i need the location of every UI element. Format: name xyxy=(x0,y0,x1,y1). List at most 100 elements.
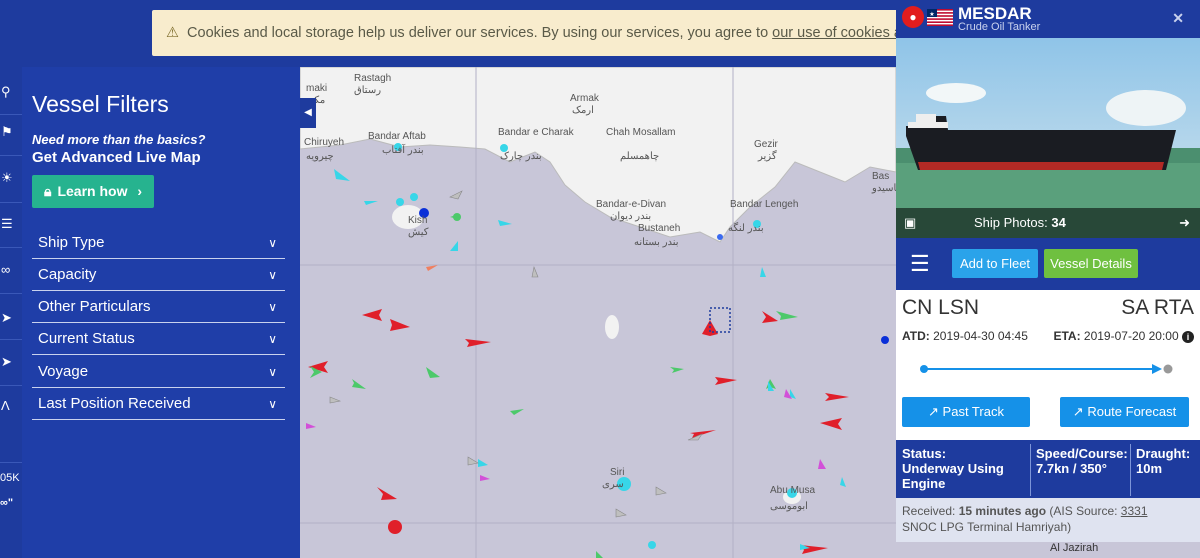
island-center xyxy=(605,315,619,339)
collapse-panel-toggle[interactable]: ◀ xyxy=(300,98,316,128)
cookie-banner: ⚠ Cookies and local storage help us deli… xyxy=(152,10,900,56)
ais-source-link[interactable]: 3331 xyxy=(1121,504,1148,518)
hamburger-menu-icon[interactable]: ☰ xyxy=(910,251,930,277)
map-label-fa: باسیدو xyxy=(871,183,896,194)
map-label-fa: بندر دیوان xyxy=(610,211,651,222)
status-label: Status: xyxy=(902,446,947,461)
eta-info: ETA: 2019-07-20 20:00 i xyxy=(1053,329,1194,343)
divider xyxy=(0,247,22,248)
search-icon[interactable]: ⚲ xyxy=(0,81,22,103)
navigate-icon[interactable]: ➤ xyxy=(0,351,22,373)
weather-icon[interactable]: ☀ xyxy=(0,167,22,189)
filter-other-particulars[interactable]: Other Particulars ∨ xyxy=(32,291,285,323)
speed-label: Speed/Course: xyxy=(1036,446,1128,461)
eta-label: ETA: xyxy=(1053,329,1081,343)
filter-capacity[interactable]: Capacity ∨ xyxy=(32,259,285,291)
ship-marker xyxy=(410,193,418,201)
map-label-en: Bandar-e-Divan xyxy=(596,199,666,210)
live-map[interactable]: Rastagh رستاق maki مکی Armak ارمک Bandar… xyxy=(300,67,896,558)
speed-value: 7.7kn / 350° xyxy=(1036,461,1107,476)
close-icon[interactable]: ✕ xyxy=(1172,10,1184,27)
forecast-icon: ↗ xyxy=(1072,404,1084,419)
ship-marker xyxy=(478,459,488,467)
route-forecast-label: Route Forecast xyxy=(1087,404,1177,419)
filters-title: Vessel Filters xyxy=(32,91,169,117)
status-value: Underway Using Engine xyxy=(902,461,1004,491)
info-icon[interactable]: i xyxy=(1182,330,1194,343)
ship-marker xyxy=(480,475,490,481)
ship-marker xyxy=(306,423,316,429)
map-label-fa: بندر بستانه xyxy=(634,237,679,248)
map-label-en: Rastagh xyxy=(354,73,391,84)
atd-value: 2019-04-30 04:45 xyxy=(933,329,1028,343)
map-label-en: maki xyxy=(306,83,327,94)
filter-ship-type[interactable]: Ship Type ∨ xyxy=(32,227,285,259)
map-label-fa: چیرویه xyxy=(306,151,334,162)
ship-marker xyxy=(449,190,463,200)
track-icon: ↗ xyxy=(928,404,939,419)
ship-marker xyxy=(818,459,826,469)
ship-photos-bar[interactable]: ▣ Ship Photos: 34 ➜ xyxy=(896,208,1200,238)
map-label-en: Armak xyxy=(570,93,600,104)
filter-label: Ship Type xyxy=(38,234,105,251)
chevron-down-icon: ∨ xyxy=(268,300,277,314)
measure-icon[interactable]: Λ xyxy=(0,395,22,417)
draught-column: Draught: 10m xyxy=(1136,446,1200,476)
divider xyxy=(1130,444,1131,496)
map-canvas[interactable]: Rastagh رستاق maki مکی Armak ارمک Bandar… xyxy=(300,67,896,558)
ship-marker xyxy=(690,430,716,438)
past-track-label: Past Track xyxy=(942,404,1004,419)
map-label-en: Bustaneh xyxy=(638,223,680,234)
destination-port: SA RTA xyxy=(1121,296,1194,319)
filter-label: Last Position Received xyxy=(38,395,191,412)
share-icon[interactable]: ➤ xyxy=(0,307,22,329)
map-label-fa: ابوموسی xyxy=(770,501,808,512)
ship-marker xyxy=(453,213,461,221)
filter-label: Voyage xyxy=(38,363,89,380)
map-label-fa: بندر لنگه xyxy=(728,222,764,234)
divider xyxy=(0,462,22,463)
ship-marker xyxy=(390,319,410,331)
vessel-photo[interactable]: ▣ Ship Photos: 34 ➜ xyxy=(896,38,1200,239)
filter-last-position[interactable]: Last Position Received ∨ xyxy=(32,388,285,420)
map-label-en: Kish xyxy=(408,215,427,226)
filter-label: Current Status xyxy=(38,330,135,347)
map-label-fa: کیش xyxy=(408,227,429,238)
filter-voyage[interactable]: Voyage ∨ xyxy=(32,356,285,388)
lock-icon: 🔒︎ xyxy=(44,183,52,199)
map-label-en: Chiruyeh xyxy=(304,137,344,148)
layers-icon[interactable]: ☰ xyxy=(0,213,22,235)
route-forecast-button[interactable]: ↗ Route Forecast xyxy=(1060,397,1189,427)
draught-label: Draught: xyxy=(1136,446,1191,461)
ship-marker xyxy=(510,409,524,415)
cookie-policy-link[interactable]: our use of cookies and local xyxy=(772,25,900,41)
atd-label: ATD: xyxy=(902,329,930,343)
scale-label: 05K xyxy=(0,472,20,484)
ship-marker xyxy=(776,311,798,320)
ship-marker xyxy=(396,198,404,206)
link-icon[interactable]: ∞ xyxy=(0,259,22,281)
next-arrow-icon[interactable]: ➜ xyxy=(1179,208,1190,238)
ship-marker xyxy=(362,309,382,321)
past-track-button[interactable]: ↗ Past Track xyxy=(902,397,1030,427)
atd-info: ATD: 2019-04-30 04:45 xyxy=(902,329,1028,343)
filter-label: Capacity xyxy=(38,266,97,283)
cookie-text: Cookies and local storage help us delive… xyxy=(187,25,769,41)
filter-current-status[interactable]: Current Status ∨ xyxy=(32,323,285,355)
filter-icon[interactable]: ⚑ xyxy=(0,121,22,143)
filter-label: Other Particulars xyxy=(38,298,151,315)
ship-marker xyxy=(648,541,656,549)
add-to-fleet-button[interactable]: Add to Fleet xyxy=(952,249,1038,278)
chevron-down-icon: ∨ xyxy=(268,268,277,282)
vessel-type: Crude Oil Tanker xyxy=(958,21,1041,33)
vessel-filters-panel: Vessel Filters Need more than the basics… xyxy=(22,67,300,558)
divider xyxy=(0,385,22,386)
received-value: 15 minutes ago xyxy=(958,504,1047,518)
vessel-details-button[interactable]: Vessel Details xyxy=(1044,249,1138,278)
ship-marker xyxy=(426,265,438,271)
chevron-down-icon: ∨ xyxy=(268,236,277,250)
learn-how-button[interactable]: 🔒︎ Learn how › xyxy=(32,175,154,208)
map-strip-label: Al Jazirah xyxy=(896,542,1200,558)
units-label[interactable]: ∞" xyxy=(0,497,13,509)
ship-marker xyxy=(498,220,512,226)
